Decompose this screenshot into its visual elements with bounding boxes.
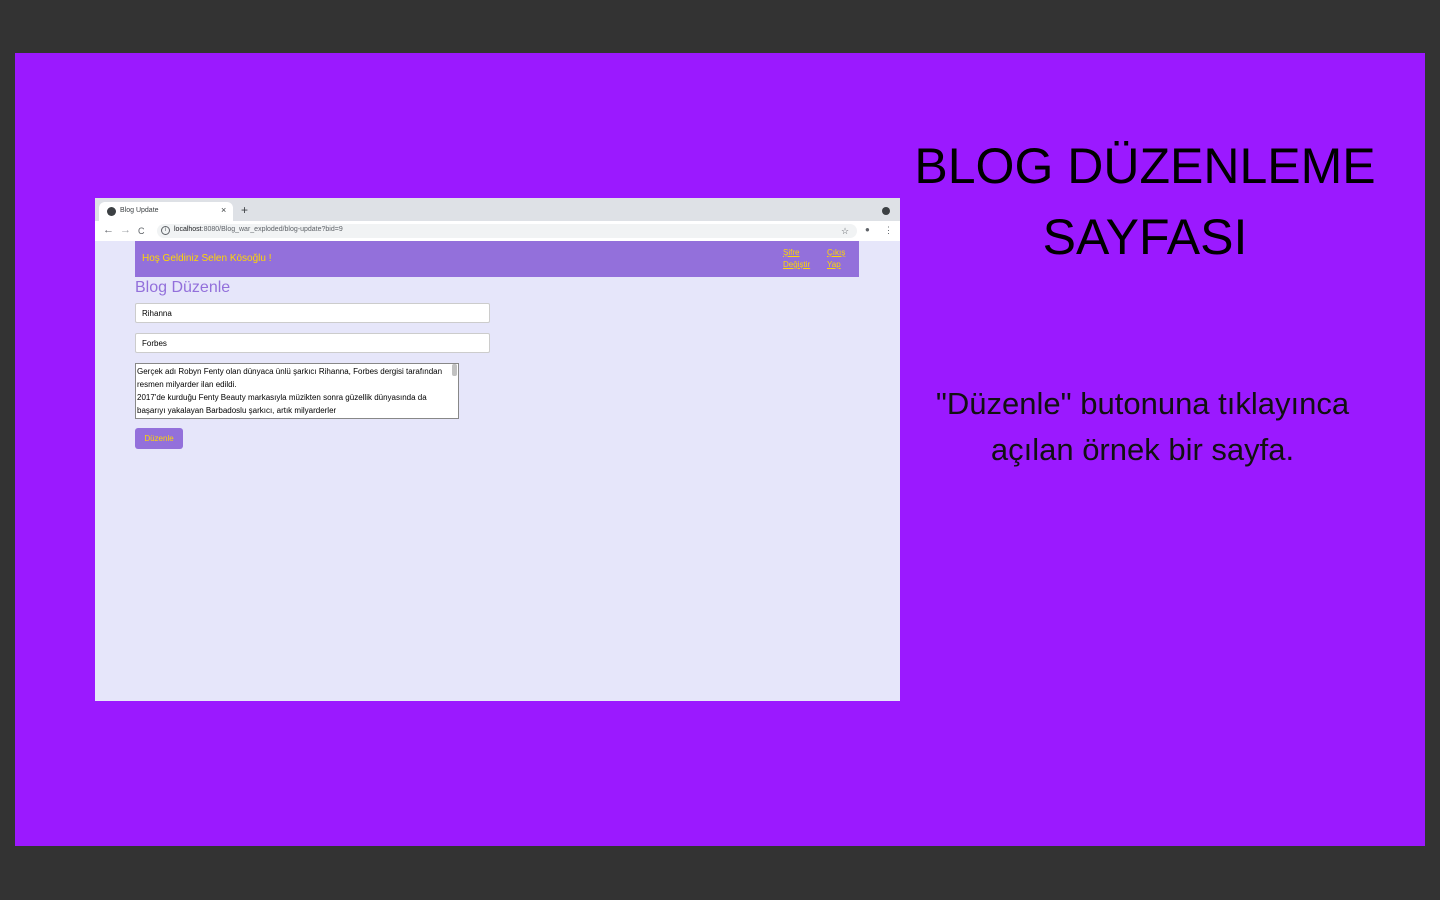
tab-strip: Blog Update × + (95, 198, 900, 221)
browser-toolbar: ← → C i localhost:8080/Blog_war_exploded… (95, 221, 900, 241)
welcome-text: Hoş Geldiniz Selen Kösoğlu ! (142, 253, 272, 264)
edit-submit-button[interactable]: Düzenle (135, 428, 183, 449)
url-text: localhost:8080/Blog_war_exploded/blog-up… (174, 226, 343, 233)
page-title: Blog Düzenle (135, 279, 231, 296)
textarea-scrollbar[interactable] (452, 364, 457, 376)
address-bar[interactable]: i localhost:8080/Blog_war_exploded/blog-… (157, 224, 857, 238)
tab-title: Blog Update (120, 207, 159, 214)
close-icon[interactable]: × (221, 205, 226, 215)
slide-description: "Düzenle" butonuna tıklayınca açılan örn… (935, 386, 1350, 467)
blog-category-input[interactable] (135, 333, 490, 353)
url-host: localhost (174, 226, 202, 233)
back-icon[interactable]: ← (103, 224, 114, 236)
info-icon[interactable]: i (161, 226, 170, 235)
slide: Blog Update × + ← → C i localhost:8080/B… (15, 53, 1425, 846)
page-content: Hoş Geldiniz Selen Kösoğlu ! Şifre Değiş… (95, 241, 900, 701)
logout-link[interactable]: Çıkış Yap (827, 247, 853, 271)
forward-icon[interactable]: → (120, 224, 131, 236)
kebab-menu-icon[interactable]: ⋮ (884, 225, 893, 235)
blog-content-textarea[interactable]: Gerçek adı Robyn Fenty olan dünyaca ünlü… (135, 363, 459, 419)
globe-icon (107, 207, 116, 216)
browser-tab[interactable]: Blog Update × (99, 202, 233, 221)
account-icon[interactable]: ● (865, 225, 870, 235)
star-icon[interactable]: ☆ (841, 226, 849, 236)
url-path: :8080/Blog_war_exploded/blog-update?bid=… (201, 226, 343, 233)
new-tab-icon[interactable]: + (241, 204, 248, 216)
site-header: Hoş Geldiniz Selen Kösoğlu ! Şifre Değiş… (135, 241, 859, 277)
blog-title-input[interactable] (135, 303, 490, 323)
browser-profile-icon[interactable] (882, 207, 890, 215)
browser-window: Blog Update × + ← → C i localhost:8080/B… (95, 198, 900, 701)
reload-icon[interactable]: C (138, 225, 145, 237)
change-password-link[interactable]: Şifre Değiştir (783, 247, 819, 271)
slide-title: BLOG DÜZENLEME SAYFASI (914, 138, 1376, 265)
